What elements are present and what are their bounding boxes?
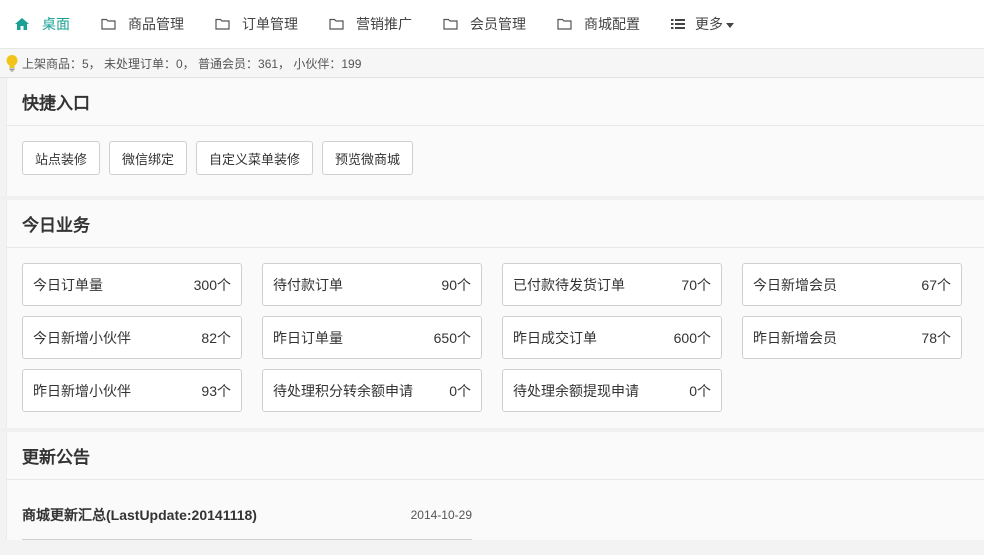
- summary-text: 上架商品：5， 未处理订单：0， 普通会员：361， 小伙伴：199: [22, 56, 362, 71]
- notices-title: 更新公告: [7, 432, 984, 480]
- stat-value: 93个: [201, 382, 231, 399]
- stat-value: 0个: [449, 382, 471, 399]
- stat-yesterday-new-partners[interactable]: 昨日新增小伙伴 93个: [22, 369, 242, 412]
- stat-label: 昨日成交订单: [513, 329, 597, 346]
- nav-item-members[interactable]: 会员管理: [442, 0, 526, 49]
- stat-value: 0个: [689, 382, 711, 399]
- notice-date: 2014-10-29: [410, 507, 472, 522]
- stat-value: 82个: [201, 329, 231, 346]
- today-business-panel: 今日业务 今日订单量 300个 待付款订单 90个 已付款待发货订单 70个 今…: [6, 200, 984, 428]
- stat-yesterday-completed[interactable]: 昨日成交订单 600个: [502, 316, 722, 359]
- stat-value: 67个: [921, 276, 951, 293]
- stat-today-new-partners[interactable]: 今日新增小伙伴 82个: [22, 316, 242, 359]
- stat-yesterday-new-members[interactable]: 昨日新增会员 78个: [742, 316, 962, 359]
- stat-value: 90个: [441, 276, 471, 293]
- nav-item-products[interactable]: 商品管理: [100, 0, 184, 49]
- notices-panel: 更新公告 商城更新汇总(LastUpdate:20141118) 2014-10…: [6, 432, 984, 540]
- nav-label-products: 商品管理: [128, 16, 184, 32]
- stat-label: 待付款订单: [273, 276, 343, 293]
- stat-points-to-balance[interactable]: 待处理积分转余额申请 0个: [262, 369, 482, 412]
- stat-value: 300个: [193, 276, 231, 293]
- caret-down-icon: [726, 22, 734, 28]
- stat-label: 今日新增小伙伴: [33, 329, 131, 346]
- stat-withdraw-requests[interactable]: 待处理余额提现申请 0个: [502, 369, 722, 412]
- stats-grid: 今日订单量 300个 待付款订单 90个 已付款待发货订单 70个 今日新增会员…: [7, 248, 984, 428]
- list-icon: [670, 16, 686, 32]
- quick-entry-buttons: 站点装修 微信绑定 自定义菜单装修 预览微商城: [7, 126, 984, 196]
- folder-icon: [328, 16, 344, 32]
- stat-yesterday-orders[interactable]: 昨日订单量 650个: [262, 316, 482, 359]
- nav-label-desktop: 桌面: [42, 16, 70, 32]
- stat-label: 昨日新增小伙伴: [33, 382, 131, 399]
- stat-value: 70个: [681, 276, 711, 293]
- stat-label: 待处理积分转余额申请: [273, 382, 413, 399]
- folder-icon: [100, 16, 116, 32]
- stat-today-orders[interactable]: 今日订单量 300个: [22, 263, 242, 306]
- stat-value: 78个: [921, 329, 951, 346]
- nav-item-desktop[interactable]: 桌面: [14, 0, 70, 49]
- today-business-title: 今日业务: [7, 200, 984, 248]
- folder-icon: [214, 16, 230, 32]
- nav-label-orders: 订单管理: [242, 16, 298, 32]
- stat-label: 今日订单量: [33, 276, 103, 293]
- stat-value: 650个: [433, 329, 471, 346]
- stat-label: 昨日新增会员: [753, 329, 837, 346]
- stat-label: 今日新增会员: [753, 276, 837, 293]
- quick-entry-title: 快捷入口: [7, 78, 984, 126]
- nav-item-marketing[interactable]: 营销推广: [328, 0, 412, 49]
- preview-shop-button[interactable]: 预览微商城: [322, 141, 414, 175]
- stat-value: 600个: [673, 329, 711, 346]
- nav-label-members: 会员管理: [470, 16, 526, 32]
- folder-icon: [556, 16, 572, 32]
- nav-item-more[interactable]: 更多: [670, 0, 734, 49]
- stat-label: 昨日订单量: [273, 329, 343, 346]
- nav-label-marketing: 营销推广: [356, 16, 412, 32]
- custom-menu-button[interactable]: 自定义菜单装修: [196, 141, 314, 175]
- nav-item-orders[interactable]: 订单管理: [214, 0, 298, 49]
- home-icon: [14, 16, 30, 32]
- notice-title[interactable]: 商城更新汇总(LastUpdate:20141118): [22, 505, 257, 525]
- notice-item[interactable]: 商城更新汇总(LastUpdate:20141118) 2014-10-29: [22, 480, 472, 540]
- quick-entry-panel: 快捷入口 站点装修 微信绑定 自定义菜单装修 预览微商城: [6, 78, 984, 196]
- top-nav: 桌面 商品管理 订单管理 营销推广 会员管理 商城配置 更多: [0, 0, 984, 49]
- folder-icon: [442, 16, 458, 32]
- stat-pending-payment[interactable]: 待付款订单 90个: [262, 263, 482, 306]
- wechat-bind-button[interactable]: 微信绑定: [109, 141, 188, 175]
- stat-today-new-members[interactable]: 今日新增会员 67个: [742, 263, 962, 306]
- nav-label-config: 商城配置: [584, 16, 640, 32]
- nav-label-more: 更多: [695, 16, 723, 32]
- stat-label: 已付款待发货订单: [513, 276, 625, 293]
- lightbulb-icon: [6, 55, 18, 72]
- site-decoration-button[interactable]: 站点装修: [22, 141, 101, 175]
- nav-item-config[interactable]: 商城配置: [556, 0, 640, 49]
- summary-bar: 上架商品：5， 未处理订单：0， 普通会员：361， 小伙伴：199: [0, 49, 984, 78]
- stat-label: 待处理余额提现申请: [513, 382, 639, 399]
- stat-paid-unshipped[interactable]: 已付款待发货订单 70个: [502, 263, 722, 306]
